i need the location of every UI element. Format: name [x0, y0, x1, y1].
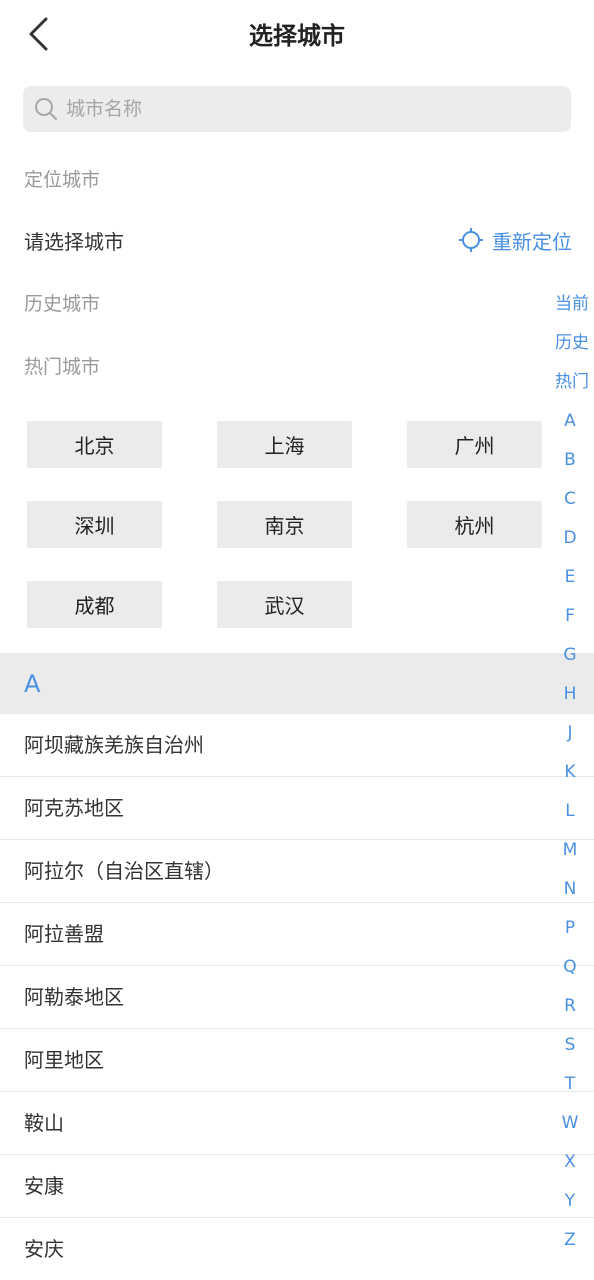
search-icon: [34, 97, 58, 121]
hot-section-label: 热门城市: [24, 356, 101, 378]
index-item-t[interactable]: T: [546, 1068, 594, 1107]
list-item[interactable]: 安庆: [0, 1218, 594, 1280]
relocate-button[interactable]: 重新定位: [458, 226, 572, 258]
index-item-w[interactable]: W: [546, 1107, 594, 1146]
city-name: 阿拉尔（自治区直辖）: [24, 859, 224, 883]
hot-city-button[interactable]: 深圳: [27, 501, 162, 548]
page-title: 选择城市: [249, 22, 345, 50]
index-item-g[interactable]: G: [546, 639, 594, 678]
city-name: 安康: [24, 1174, 64, 1198]
index-item-current[interactable]: 当前: [546, 288, 594, 327]
index-item-a[interactable]: A: [546, 405, 594, 444]
header: 选择城市: [0, 0, 594, 72]
index-item-q[interactable]: Q: [546, 951, 594, 990]
located-section-label: 定位城市: [24, 169, 101, 191]
hot-city-button[interactable]: 北京: [27, 421, 162, 468]
city-list: 阿坝藏族羌族自治州 阿克苏地区 阿拉尔（自治区直辖） 阿拉善盟 阿勒泰地区 阿里…: [0, 714, 594, 1280]
city-name: 阿坝藏族羌族自治州: [24, 733, 204, 757]
index-item-x[interactable]: X: [546, 1146, 594, 1185]
city-name: 阿克苏地区: [24, 796, 124, 820]
list-item[interactable]: 安康: [0, 1155, 594, 1218]
hot-city-button[interactable]: 武汉: [217, 581, 352, 628]
index-item-n[interactable]: N: [546, 873, 594, 912]
located-city-row: 请选择城市 重新定位: [24, 226, 572, 258]
search-bar[interactable]: [23, 86, 571, 132]
hot-city-button[interactable]: 成都: [27, 581, 162, 628]
list-item[interactable]: 阿勒泰地区: [0, 966, 594, 1029]
list-item[interactable]: 阿拉尔（自治区直辖）: [0, 840, 594, 903]
history-section-label: 历史城市: [24, 293, 101, 315]
index-item-b[interactable]: B: [546, 444, 594, 483]
alphabet-index: 当前 历史 热门 A B C D E F G H J K L M N P Q R…: [546, 288, 594, 1263]
search-input[interactable]: [66, 89, 546, 129]
index-item-k[interactable]: K: [546, 756, 594, 795]
index-item-m[interactable]: M: [546, 834, 594, 873]
index-item-l[interactable]: L: [546, 795, 594, 834]
index-item-hot[interactable]: 热门: [546, 366, 594, 405]
index-item-r[interactable]: R: [546, 990, 594, 1029]
list-item[interactable]: 阿拉善盟: [0, 903, 594, 966]
hot-city-button[interactable]: 杭州: [407, 501, 542, 548]
index-item-j[interactable]: J: [546, 717, 594, 756]
index-item-p[interactable]: P: [546, 912, 594, 951]
hot-city-button[interactable]: 南京: [217, 501, 352, 548]
city-name: 安庆: [24, 1237, 64, 1261]
index-item-z[interactable]: Z: [546, 1224, 594, 1263]
crosshair-icon: [458, 227, 484, 257]
city-name: 阿拉善盟: [24, 922, 104, 946]
hot-city-button[interactable]: 上海: [217, 421, 352, 468]
index-item-f[interactable]: F: [546, 600, 594, 639]
relocate-label: 重新定位: [492, 230, 572, 254]
list-item[interactable]: 阿克苏地区: [0, 777, 594, 840]
list-item[interactable]: 阿坝藏族羌族自治州: [0, 714, 594, 777]
letter-group-title: A: [24, 670, 41, 698]
index-item-history[interactable]: 历史: [546, 327, 594, 366]
index-item-h[interactable]: H: [546, 678, 594, 717]
located-city-value[interactable]: 请选择城市: [24, 226, 124, 258]
list-item[interactable]: 阿里地区: [0, 1029, 594, 1092]
index-item-s[interactable]: S: [546, 1029, 594, 1068]
city-name: 阿勒泰地区: [24, 985, 124, 1009]
hot-city-button[interactable]: 广州: [407, 421, 542, 468]
city-name: 阿里地区: [24, 1048, 104, 1072]
index-item-d[interactable]: D: [546, 522, 594, 561]
list-item[interactable]: 鞍山: [0, 1092, 594, 1155]
letter-group-header: A: [0, 653, 594, 714]
index-item-e[interactable]: E: [546, 561, 594, 600]
index-item-c[interactable]: C: [546, 483, 594, 522]
index-item-y[interactable]: Y: [546, 1185, 594, 1224]
city-name: 鞍山: [24, 1111, 64, 1135]
city-picker-screen: 选择城市 定位城市 请选择城市 重新定位: [0, 0, 594, 1280]
